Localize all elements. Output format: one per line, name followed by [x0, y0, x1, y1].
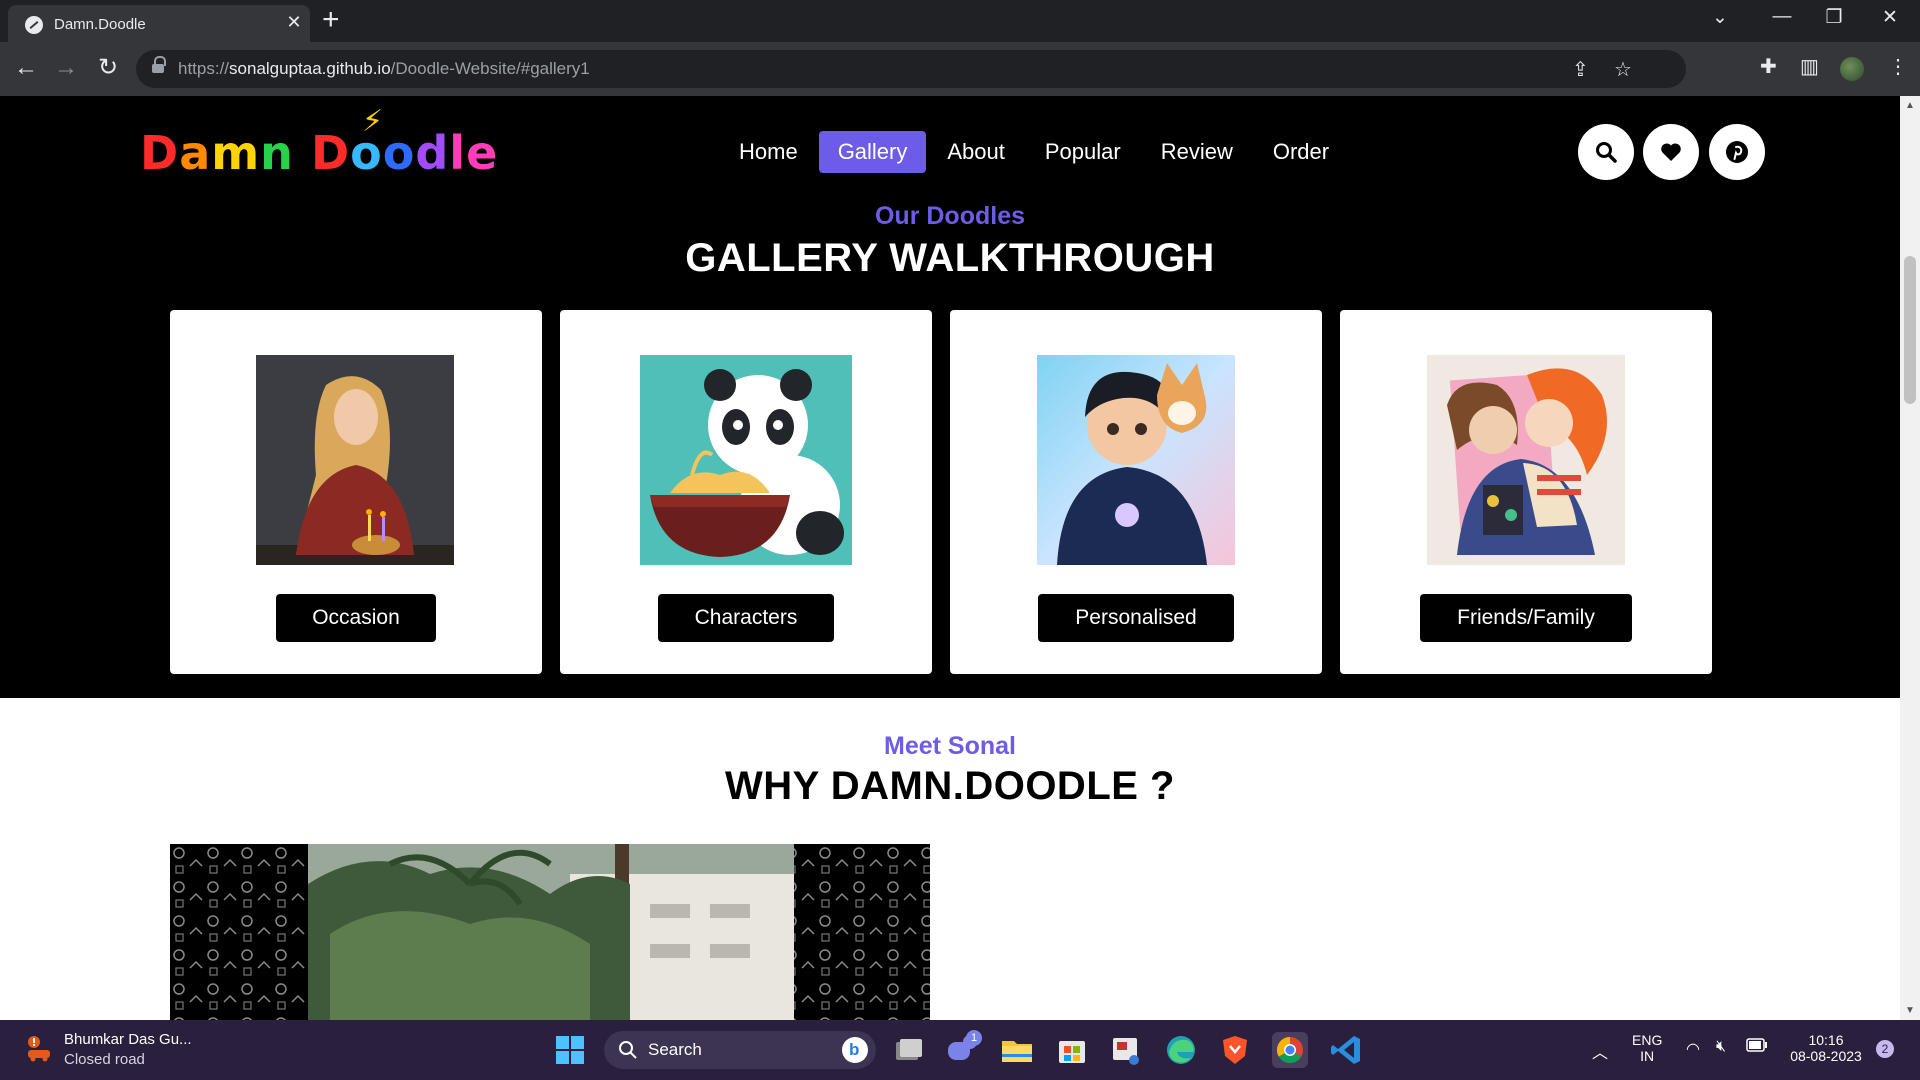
nav-review[interactable]: Review: [1142, 131, 1252, 173]
extensions-puzzle-icon[interactable]: ✚: [1760, 54, 1777, 79]
nav-popular[interactable]: Popular: [1026, 131, 1140, 173]
page-viewport: Damn Doodle ⚡ Home Gallery About Popular…: [0, 96, 1900, 1020]
browser-toolbar: ← → ↻ https://sonalguptaa.github.io/Dood…: [0, 42, 1920, 96]
minimize-icon[interactable]: —: [1762, 6, 1802, 28]
taskbar-search[interactable]: Search b: [604, 1031, 876, 1069]
characters-button[interactable]: Characters: [658, 594, 834, 642]
heart-icon: [1661, 143, 1681, 161]
reload-icon[interactable]: ↻: [92, 52, 124, 84]
gallery-card-occasion: Occasion: [170, 310, 542, 674]
lock-icon: [152, 56, 166, 74]
chrome-browser-icon[interactable]: [1272, 1032, 1308, 1068]
teams-badge: 1: [966, 1030, 982, 1046]
gallery-subtitle: Our Doodles: [874, 202, 1025, 230]
volume-muted-icon[interactable]: 🔇︎: [1716, 1038, 1726, 1056]
back-icon[interactable]: ←: [10, 52, 42, 84]
wifi-icon[interactable]: ◠: [1686, 1039, 1700, 1059]
browser-tabbar: Damn.Doodle ✕ + ⌄ — ❐ ✕: [0, 0, 1920, 42]
windows-start-icon[interactable]: [552, 1032, 588, 1068]
scroll-down-icon[interactable]: ▼: [1905, 1005, 1915, 1016]
about-section: Meet Sonal WHY DAMN.DOODLE ?: [0, 698, 1900, 1020]
clock[interactable]: 10:16 08-08-2023: [1786, 1032, 1866, 1064]
tab-favicon-icon: [25, 16, 43, 34]
nav-home[interactable]: Home: [720, 131, 817, 173]
show-hidden-icons-chevron[interactable]: ︿: [1592, 1039, 1608, 1063]
search-button[interactable]: [1578, 124, 1634, 180]
tab-close-icon[interactable]: ✕: [282, 12, 306, 33]
scroll-thumb[interactable]: [1904, 256, 1916, 404]
taskbar-search-label: Search: [648, 1040, 702, 1059]
language-indicator[interactable]: ENG IN: [1632, 1032, 1662, 1064]
gallery-card-characters: Characters: [560, 310, 932, 674]
about-title: WHY DAMN.DOODLE ?: [725, 764, 1175, 808]
widget-title[interactable]: Bhumkar Das Gu...: [64, 1031, 192, 1048]
weather-traffic-icon[interactable]: [24, 1034, 52, 1062]
share-icon[interactable]: ⇪: [1572, 57, 1589, 82]
profile-avatar[interactable]: [1840, 57, 1864, 81]
lightning-bolt-icon: ⚡: [362, 104, 385, 139]
site-logo[interactable]: Damn Doodle ⚡: [140, 104, 498, 180]
new-tab-icon[interactable]: +: [322, 3, 340, 37]
page-scrollbar[interactable]: ▲ ▼: [1900, 96, 1920, 1020]
search-icon: [1596, 142, 1617, 163]
browser-tab[interactable]: Damn.Doodle ✕: [8, 5, 310, 42]
personalised-image: [1037, 355, 1235, 565]
widget-subtitle[interactable]: Closed road: [64, 1051, 145, 1068]
nav-gallery[interactable]: Gallery: [818, 131, 927, 173]
search-icon: [619, 1041, 637, 1059]
bing-icon[interactable]: b: [842, 1037, 868, 1063]
file-explorer-icon[interactable]: [999, 1032, 1035, 1068]
nav-about[interactable]: About: [928, 131, 1024, 173]
friends-family-image: [1427, 355, 1625, 565]
gallery-title: GALLERY WALKTHROUGH: [685, 236, 1215, 280]
personalised-button[interactable]: Personalised: [1038, 594, 1234, 642]
forward-icon[interactable]: →: [50, 52, 82, 84]
task-view-icon[interactable]: [890, 1032, 926, 1068]
favorites-button[interactable]: [1643, 124, 1699, 180]
pinterest-button[interactable]: [1709, 124, 1765, 180]
nav-order[interactable]: Order: [1254, 131, 1348, 173]
microsoft-store-icon[interactable]: [1054, 1032, 1090, 1068]
url-text: https://sonalguptaa.github.io/Doodle-Web…: [178, 59, 590, 78]
battery-icon[interactable]: [1746, 1038, 1768, 1055]
friends-family-button[interactable]: Friends/Family: [1420, 594, 1632, 642]
about-photo: [170, 844, 930, 1020]
clock-date: 08-08-2023: [1790, 1048, 1862, 1064]
scroll-up-icon[interactable]: ▲: [1905, 100, 1915, 111]
side-panel-icon[interactable]: ▥: [1800, 54, 1819, 79]
bookmark-star-icon[interactable]: ☆: [1614, 57, 1632, 82]
notification-badge[interactable]: 2: [1876, 1040, 1894, 1058]
site-nav: Home Gallery About Popular Review Order: [720, 131, 1348, 173]
gallery-card-personalised: Personalised: [950, 310, 1322, 674]
tab-search-chevron-icon[interactable]: ⌄: [1700, 6, 1740, 29]
occasion-button[interactable]: Occasion: [276, 594, 436, 642]
windows-taskbar: Bhumkar Das Gu... Closed road Search b 1: [0, 1020, 1920, 1080]
characters-image: [640, 355, 852, 565]
gallery-card-friends-family: Friends/Family: [1340, 310, 1712, 674]
vscode-icon[interactable]: [1328, 1032, 1364, 1068]
menu-kebab-icon[interactable]: ⋮: [1888, 54, 1908, 79]
edge-browser-icon[interactable]: [1163, 1032, 1199, 1068]
occasion-image: [256, 355, 454, 565]
pinterest-icon: [1726, 141, 1748, 163]
address-bar[interactable]: https://sonalguptaa.github.io/Doodle-Web…: [136, 50, 1686, 88]
clock-time: 10:16: [1808, 1032, 1844, 1048]
about-subtitle: Meet Sonal: [884, 732, 1016, 760]
tab-title: Damn.Doodle: [54, 16, 146, 33]
teams-chat-icon[interactable]: 1: [944, 1030, 982, 1068]
restore-icon[interactable]: ❐: [1814, 6, 1854, 29]
close-window-icon[interactable]: ✕: [1870, 6, 1910, 29]
brave-browser-icon[interactable]: [1217, 1032, 1253, 1068]
snipping-tool-icon[interactable]: [1108, 1032, 1144, 1068]
